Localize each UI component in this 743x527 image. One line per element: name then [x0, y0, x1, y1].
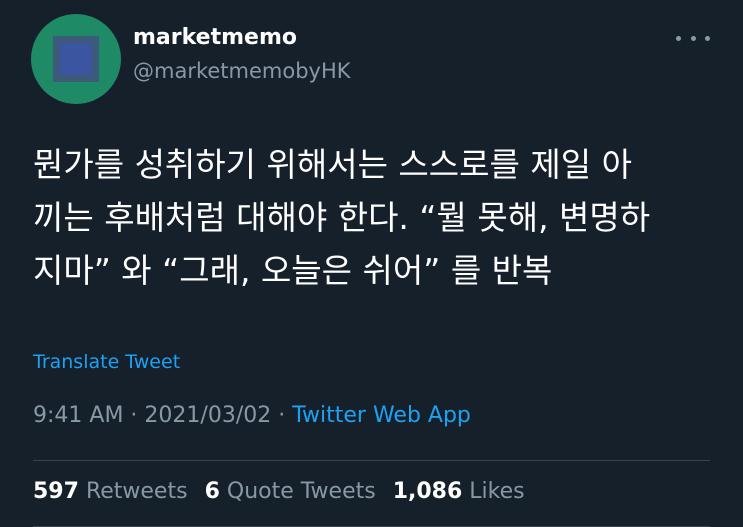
quote-tweets-label: Quote Tweets	[226, 479, 376, 504]
likes-label: Likes	[469, 479, 525, 504]
meta-separator: ·	[271, 403, 293, 428]
likes-stat[interactable]: 1,086 Likes	[393, 479, 525, 504]
likes-count: 1,086	[392, 479, 463, 504]
tweet-date[interactable]: 2021/03/02	[144, 403, 271, 428]
tweet-meta: 9:41 AM · 2021/03/02 · Twitter Web App	[33, 403, 471, 428]
divider	[33, 460, 710, 461]
tweet-source-link[interactable]: Twitter Web App	[292, 403, 471, 428]
avatar-square-outer	[53, 36, 99, 82]
quote-tweets-stat[interactable]: 6 Quote Tweets	[205, 479, 376, 504]
engagement-stats: 597 Retweets 6 Quote Tweets 1,086 Likes	[33, 479, 535, 504]
tweet-time[interactable]: 9:41 AM	[33, 403, 123, 428]
more-dot	[690, 35, 696, 41]
retweets-stat[interactable]: 597 Retweets	[33, 479, 188, 504]
quote-tweets-count: 6	[204, 479, 220, 504]
avatar[interactable]	[31, 14, 121, 104]
tweet-text: 뭔가를 성취하기 위해서는 스스로를 제일 아 끼는 후배처럼 대해야 한다. …	[33, 145, 651, 290]
more-dot	[705, 35, 710, 41]
author-handle[interactable]: @marketmemobyHK	[133, 59, 351, 83]
retweets-label: Retweets	[85, 479, 188, 504]
more-horizontal-icon[interactable]	[676, 28, 710, 48]
more-dot	[676, 35, 681, 41]
avatar-square-inner	[60, 43, 92, 75]
translate-tweet-link[interactable]: Translate Tweet	[33, 351, 180, 373]
meta-separator: ·	[123, 403, 145, 428]
author-display-name[interactable]: marketmemo	[133, 25, 297, 50]
retweets-count: 597	[33, 479, 79, 504]
